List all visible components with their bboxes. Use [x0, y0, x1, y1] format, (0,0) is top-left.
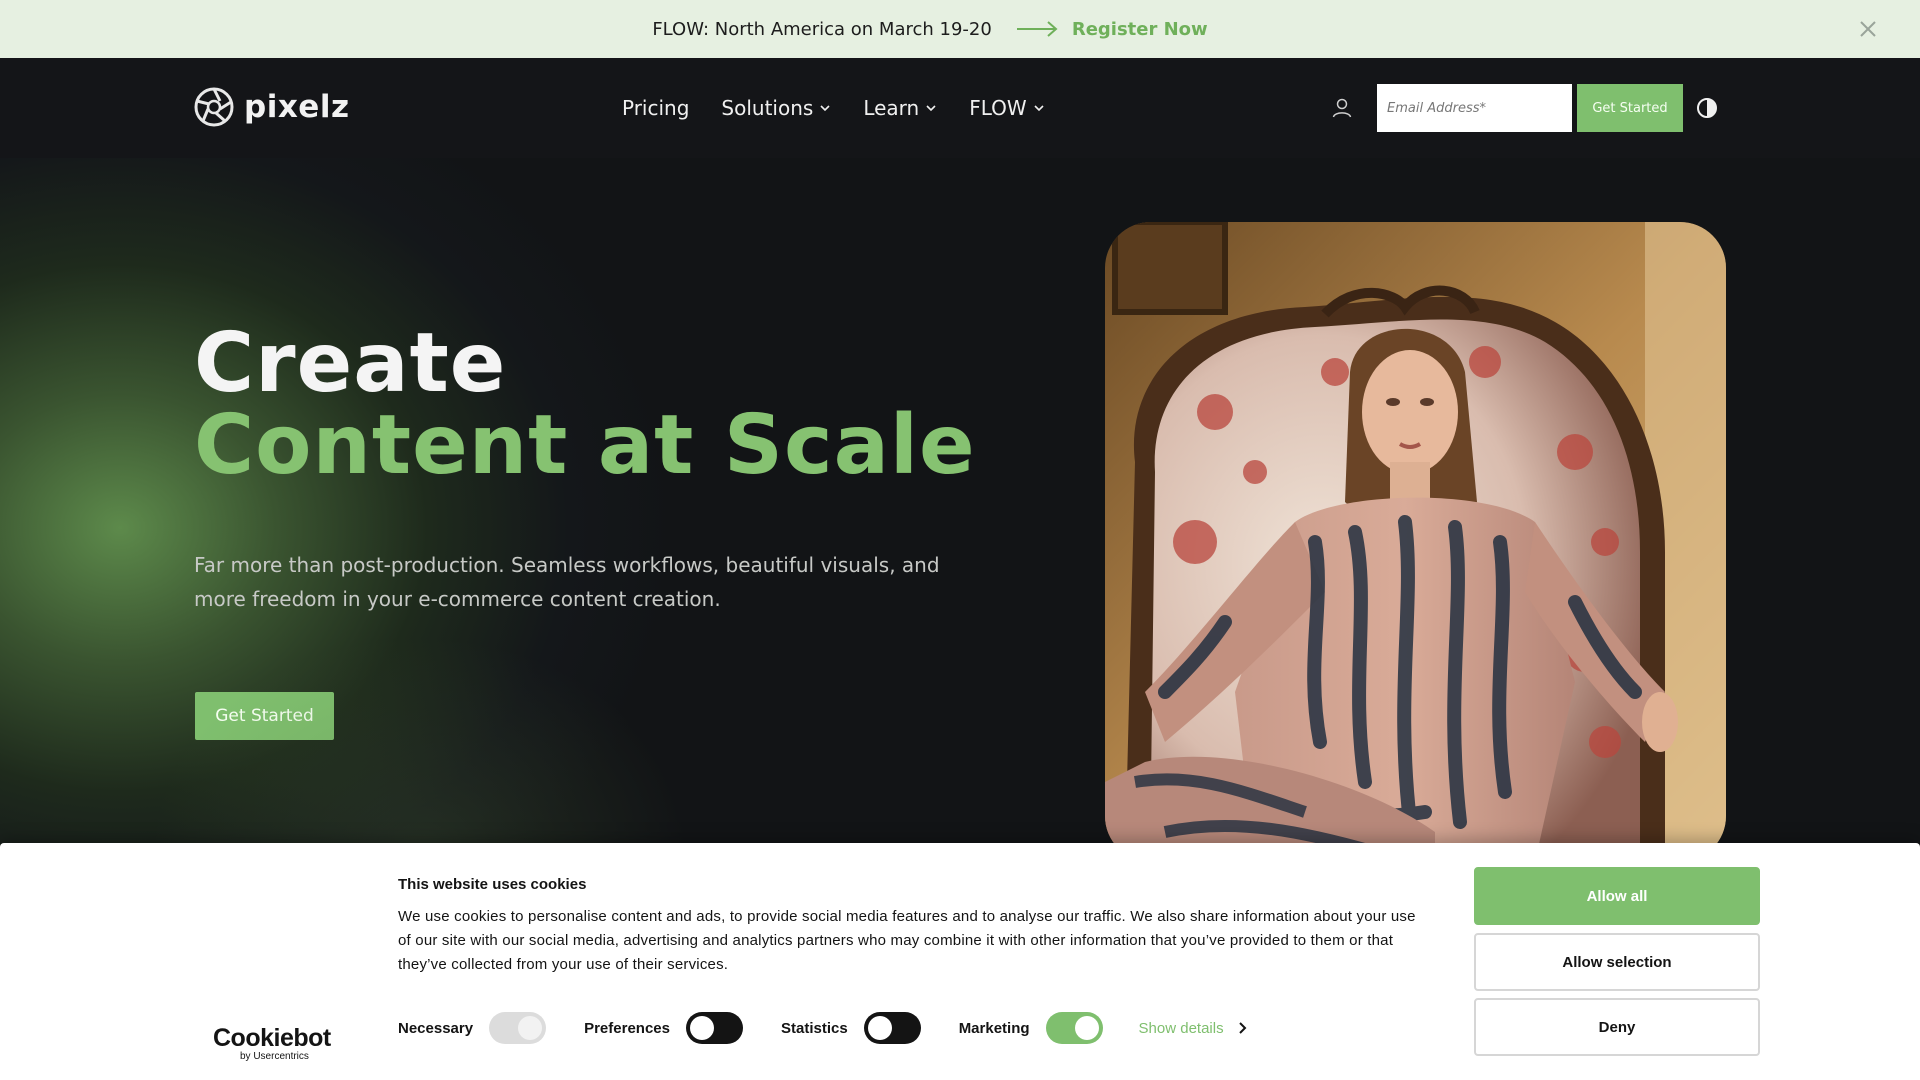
- announcement-bar: FLOW: North America on March 19-20 Regis…: [0, 0, 1920, 58]
- get-started-hero-button[interactable]: Get Started: [195, 692, 334, 740]
- user-icon[interactable]: [1330, 96, 1354, 120]
- allow-selection-button[interactable]: Allow selection: [1474, 933, 1760, 991]
- chevron-down-icon: [926, 105, 936, 112]
- deny-button[interactable]: Deny: [1474, 998, 1760, 1056]
- cookie-banner-title: This website uses cookies: [398, 876, 587, 893]
- register-now-label: Register Now: [1071, 18, 1208, 40]
- get-started-header-button[interactable]: Get Started: [1577, 84, 1683, 132]
- nav-item-label: FLOW: [969, 96, 1027, 120]
- consent-toggles: Necessary Preferences Statistics Marketi…: [398, 1011, 1248, 1045]
- cookie-banner: Cookiebot by Usercentrics This website u…: [0, 843, 1920, 1080]
- main-nav: Pricing Solutions Learn FLOW: [622, 58, 1045, 158]
- nav-item-learn[interactable]: Learn: [863, 96, 937, 120]
- show-details-link[interactable]: Show details: [1139, 1020, 1248, 1037]
- announcement-content: FLOW: North America on March 19-20 Regis…: [652, 19, 1207, 40]
- statistics-switch[interactable]: [863, 1012, 921, 1044]
- hero-title-line-2: Content at Scale: [194, 398, 976, 493]
- nav-item-label: Learn: [863, 96, 920, 120]
- show-details-label: Show details: [1138, 1019, 1224, 1037]
- nav-item-solutions[interactable]: Solutions: [721, 96, 831, 120]
- toggle-preferences: Preferences: [584, 1012, 743, 1044]
- toggle-statistics: Statistics: [781, 1012, 921, 1044]
- toggle-label: Marketing: [958, 1019, 1030, 1037]
- contrast-icon[interactable]: [1696, 97, 1718, 119]
- close-icon[interactable]: [1856, 17, 1880, 41]
- chevron-right-icon: [1238, 1022, 1247, 1034]
- cookie-banner-text: We use cookies to personalise content an…: [398, 908, 1416, 973]
- preferences-switch[interactable]: [685, 1012, 743, 1044]
- nav-item-flow[interactable]: FLOW: [969, 96, 1044, 120]
- cookiebot-logo-sub: by Usercentrics: [240, 1051, 309, 1062]
- toggle-label: Necessary: [398, 1019, 474, 1037]
- hero-title-line-1: Create: [194, 316, 507, 411]
- arrow-right-icon: [1016, 21, 1058, 37]
- toggle-label: Preferences: [584, 1019, 670, 1037]
- model-in-armchair-illustration: [1105, 222, 1726, 862]
- toggle-necessary: Necessary: [398, 1012, 547, 1044]
- toggle-marketing: Marketing: [959, 1012, 1103, 1044]
- aperture-logo-icon: [194, 87, 234, 127]
- hero-subtitle: Far more than post-production. Seamless …: [194, 553, 940, 611]
- necessary-switch: [489, 1012, 547, 1044]
- logo-text: pixelz: [244, 89, 350, 125]
- site-header: pixelz Pricing Solutions Learn FLOW Get …: [0, 58, 1920, 158]
- cookiebot-logo[interactable]: Cookiebot by Usercentrics: [213, 1025, 331, 1062]
- logo[interactable]: pixelz: [194, 87, 350, 127]
- nav-item-label: Solutions: [721, 96, 814, 120]
- toggle-label: Statistics: [780, 1019, 848, 1037]
- email-field[interactable]: [1377, 84, 1572, 132]
- announcement-text: FLOW: North America on March 19-20: [652, 18, 992, 40]
- chevron-down-icon: [820, 105, 830, 112]
- cookiebot-logo-main: Cookiebot: [213, 1024, 331, 1052]
- allow-all-button[interactable]: Allow all: [1474, 867, 1760, 925]
- register-now-link[interactable]: Register Now: [1016, 19, 1208, 40]
- hero-image: [1105, 222, 1726, 862]
- nav-item-pricing[interactable]: Pricing: [622, 96, 689, 120]
- chevron-down-icon: [1034, 105, 1044, 112]
- marketing-switch[interactable]: [1045, 1012, 1103, 1044]
- nav-item-label: Pricing: [622, 96, 690, 120]
